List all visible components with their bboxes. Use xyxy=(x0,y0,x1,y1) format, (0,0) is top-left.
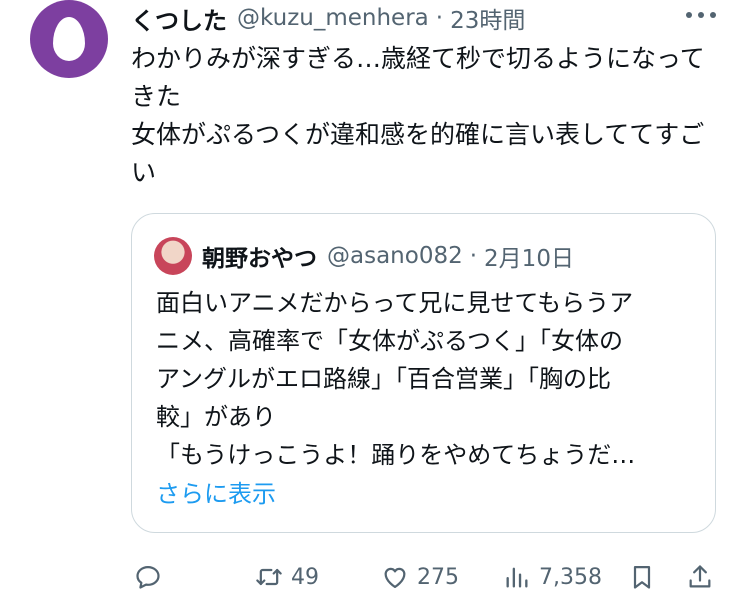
reply-button[interactable] xyxy=(134,555,162,599)
separator-dot: · xyxy=(435,5,444,31)
quote-header: 朝野おやつ @asano082 · 2月10日 xyxy=(202,238,574,274)
quote-author-handle: @asano082 xyxy=(327,243,463,269)
heart-icon xyxy=(384,567,406,589)
views-count: 7,358 xyxy=(539,564,602,590)
views-icon xyxy=(506,567,528,588)
quote-separator-dot: · xyxy=(469,243,478,269)
action-bar: 49 275 7,358 xyxy=(0,555,750,599)
quote-text-line: 「もうけっこうよ！踊りをやめてちょうだ… xyxy=(156,441,636,469)
like-button[interactable]: 275 xyxy=(381,555,459,599)
author-avatar[interactable] xyxy=(30,0,108,78)
reply-icon xyxy=(136,565,160,589)
egg-icon xyxy=(53,17,85,61)
quote-text: 面白いアニメだからって兄に見せてもらうア ニメ、高確率で「女体がぷるつく」「女体… xyxy=(156,284,696,474)
more-options-icon[interactable] xyxy=(686,12,716,18)
author-name[interactable]: くつした xyxy=(131,1,227,36)
share-icon xyxy=(689,565,711,588)
bookmark-icon xyxy=(633,565,651,589)
retweet-button[interactable]: 49 xyxy=(255,555,319,599)
retweet-icon xyxy=(256,568,282,586)
bookmark-button[interactable] xyxy=(628,555,656,599)
quote-text-line: ニメ、高確率で「女体がぷるつく」「女体の xyxy=(156,327,624,355)
quote-tweet-card[interactable]: 朝野おやつ @asano082 · 2月10日 面白いアニメだからって兄に見せて… xyxy=(131,213,716,533)
author-handle[interactable]: @kuzu_menhera xyxy=(237,5,429,31)
quote-text-line: アングルがエロ路線」「百合営業」「胸の比 xyxy=(156,365,612,393)
show-more-link[interactable]: さらに表示 xyxy=(156,474,276,509)
like-count: 275 xyxy=(417,564,459,590)
tweet-text: わかりみが深すぎる…歳経て秒で切るようになってきた 女体がぷるつくが違和感を的確… xyxy=(131,44,705,187)
quote-time: 2月10日 xyxy=(484,246,574,272)
tweet-header: くつした @kuzu_menhera · 23時間 xyxy=(131,1,525,36)
tweet-time[interactable]: 23時間 xyxy=(450,1,525,35)
views-button[interactable]: 7,358 xyxy=(503,555,602,599)
retweet-count: 49 xyxy=(291,564,319,590)
quote-author-avatar xyxy=(154,237,192,275)
share-button[interactable] xyxy=(686,555,714,599)
quote-text-line: 面白いアニメだからって兄に見せてもらうア xyxy=(156,289,634,317)
quote-author-name: 朝野おやつ xyxy=(202,246,317,272)
quote-text-line: 較」があり xyxy=(156,403,276,431)
